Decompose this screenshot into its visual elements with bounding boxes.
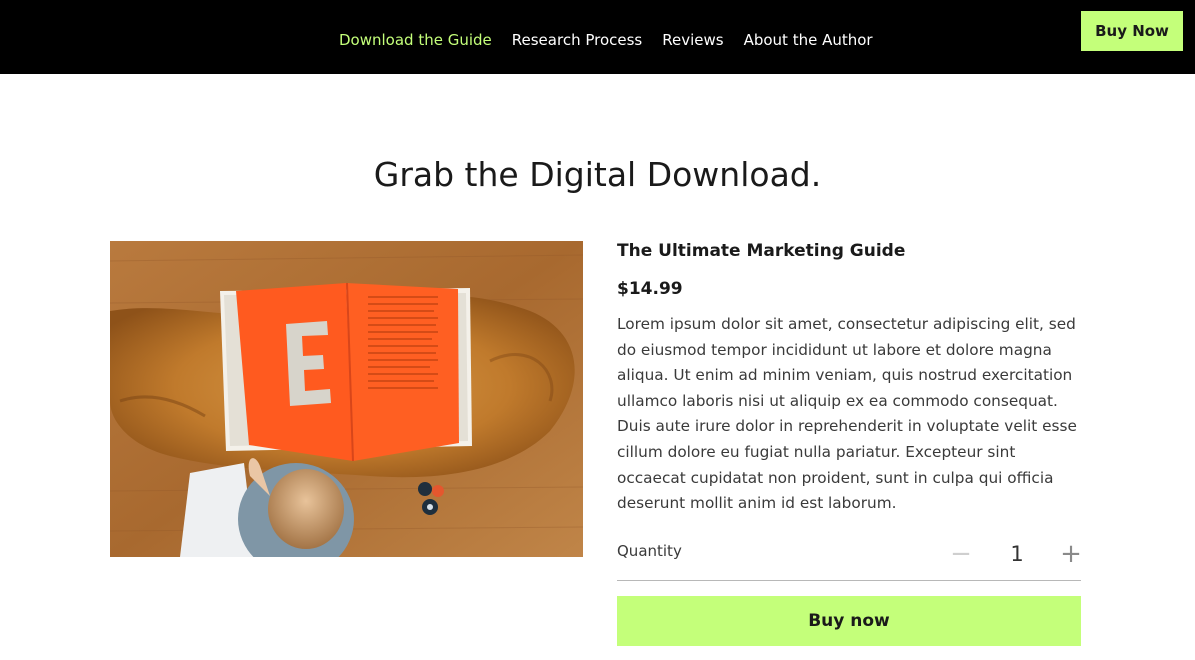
product-details: The Ultimate Marketing Guide $14.99 Lore… [617,240,1082,646]
nav-link-download-guide[interactable]: Download the Guide [339,30,492,50]
page-title: Grab the Digital Download. [373,155,822,194]
minus-icon: − [950,539,972,569]
plus-icon: + [1060,539,1082,569]
increase-quantity-button[interactable]: + [1057,540,1085,568]
quantity-label: Quantity [617,542,682,560]
buy-now-button[interactable]: Buy now [617,596,1081,646]
nav-link-about-author[interactable]: About the Author [744,30,873,50]
quantity-value[interactable]: 1 [1002,540,1032,568]
product-image [110,241,583,557]
main-nav: Download the Guide Research Process Revi… [339,30,873,50]
quantity-selector: Quantity − 1 + [617,538,1082,581]
top-navigation-bar: Download the Guide Research Process Revi… [0,0,1195,74]
nav-link-reviews[interactable]: Reviews [662,30,723,50]
book-photo-illustration [110,241,583,557]
header-buy-now-button[interactable]: Buy Now [1081,11,1183,51]
nav-link-research-process[interactable]: Research Process [512,30,642,50]
product-price: $14.99 [617,279,683,299]
product-description: Lorem ipsum dolor sit amet, consectetur … [617,315,1077,513]
product-title: The Ultimate Marketing Guide [617,241,906,261]
decrease-quantity-button[interactable]: − [947,540,975,568]
